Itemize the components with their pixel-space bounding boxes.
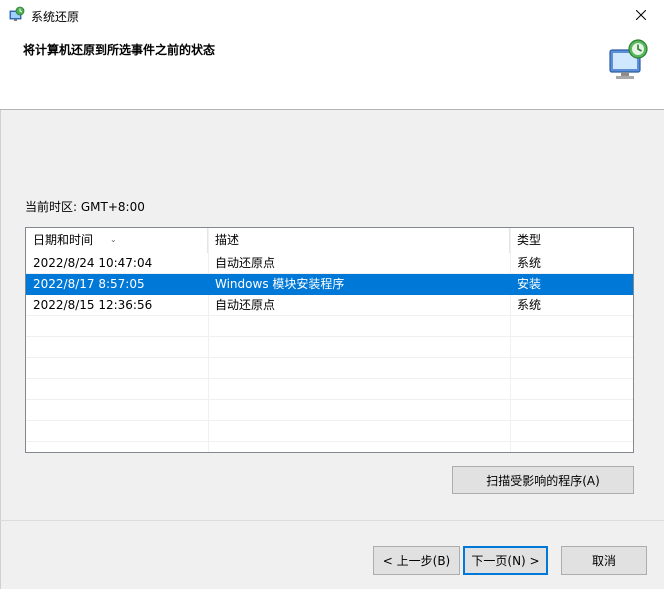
column-header-type[interactable]: 类型 — [510, 228, 633, 253]
table-row[interactable]: 2022/8/15 12:36:56 自动还原点 系统 — [26, 295, 633, 316]
empty-row — [26, 358, 633, 379]
empty-row — [26, 337, 633, 358]
column-header-date[interactable]: 日期和时间 ⌄ — [26, 228, 208, 253]
list-rows: 2022/8/24 10:47:04 自动还原点 系统 2022/8/17 8:… — [26, 253, 633, 442]
back-button[interactable]: < 上一步(B) — [373, 546, 460, 575]
cancel-button[interactable]: 取消 — [561, 546, 647, 575]
page-title: 将计算机还原到所选事件之前的状态 — [23, 43, 216, 57]
row-type: 系统 — [517, 256, 542, 270]
row-description: Windows 模块安装程序 — [215, 277, 345, 291]
table-row[interactable]: 2022/8/24 10:47:04 自动还原点 系统 — [26, 253, 633, 274]
row-date: 2022/8/17 8:57:05 — [33, 277, 145, 291]
row-date: 2022/8/24 10:47:04 — [33, 256, 153, 270]
close-icon — [636, 10, 646, 20]
empty-row — [26, 316, 633, 337]
empty-row — [26, 400, 633, 421]
table-row-selected[interactable]: 2022/8/17 8:57:05 Windows 模块安装程序 安装 — [26, 274, 633, 295]
next-button[interactable]: 下一页(N) > — [463, 546, 548, 575]
close-button[interactable] — [618, 0, 664, 30]
row-description: 自动还原点 — [215, 256, 276, 270]
empty-row — [26, 379, 633, 400]
monitor-restore-icon — [609, 39, 648, 79]
scan-affected-programs-button[interactable]: 扫描受影响的程序(A) — [452, 466, 634, 494]
footer-divider — [0, 520, 664, 521]
window-left-edge — [0, 110, 2, 589]
column-header-description[interactable]: 描述 — [208, 228, 510, 253]
restore-points-list[interactable]: 日期和时间 ⌄ 描述 类型 2022/8/24 10:47:04 自动还原点 系… — [25, 227, 634, 453]
window-title: 系统还原 — [31, 10, 80, 24]
wizard-header: 将计算机还原到所选事件之前的状态 — [0, 30, 664, 110]
title-bar: 系统还原 — [0, 0, 664, 30]
list-header: 日期和时间 ⌄ 描述 类型 — [26, 228, 633, 253]
row-date: 2022/8/15 12:36:56 — [33, 298, 153, 312]
chevron-down-icon: ⌄ — [110, 235, 117, 244]
system-restore-icon — [9, 6, 25, 21]
row-type: 系统 — [517, 298, 542, 312]
row-type: 安装 — [517, 277, 542, 291]
row-description: 自动还原点 — [215, 298, 276, 312]
empty-row — [26, 421, 633, 442]
timezone-label: 当前时区: GMT+8:00 — [25, 200, 145, 214]
